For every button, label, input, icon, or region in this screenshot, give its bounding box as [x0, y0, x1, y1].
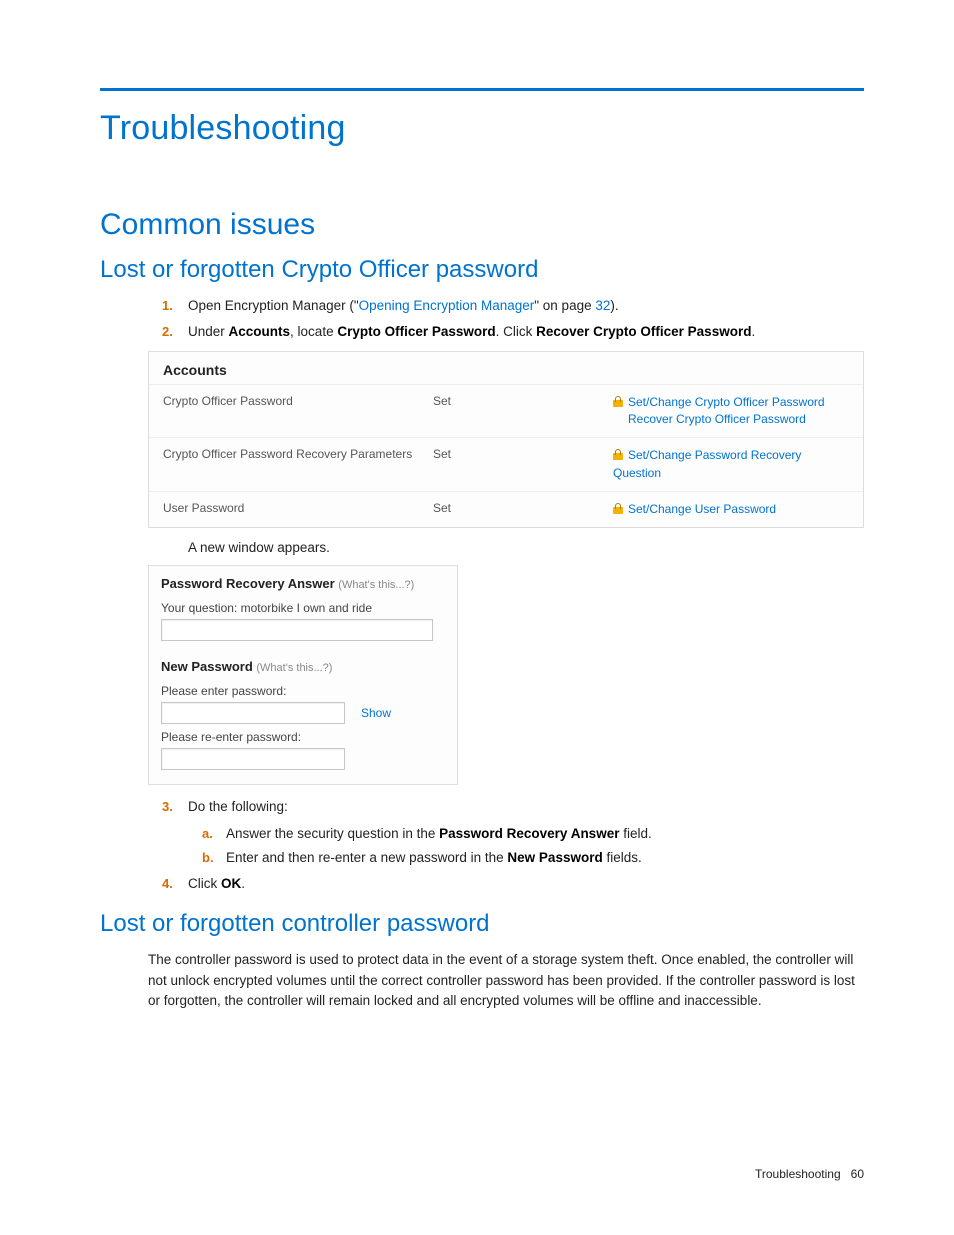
bold-text: Password Recovery Answer — [439, 826, 619, 841]
set-change-user-password-link[interactable]: Set/Change User Password — [613, 501, 849, 518]
lock-icon — [613, 449, 623, 460]
step-text: fields. — [603, 850, 642, 865]
step-number: 2. — [162, 322, 173, 342]
step-text: " on page — [534, 298, 595, 313]
step-3: 3. Do the following: a. Answer the secur… — [188, 797, 864, 868]
step-3b: b. Enter and then re-enter a new passwor… — [226, 848, 864, 868]
step-letter: b. — [202, 848, 214, 868]
step-2: 2. Under Accounts, locate Crypto Officer… — [188, 322, 864, 342]
step-text: Open Encryption Manager (" — [188, 298, 359, 313]
body-content: 1. Open Encryption Manager ("Opening Enc… — [148, 296, 864, 894]
enter-password-label: Please enter password: — [161, 684, 445, 698]
step-number: 4. — [162, 874, 173, 894]
step-text: Do the following: — [188, 799, 288, 814]
lock-icon — [613, 503, 623, 514]
step-text: field. — [619, 826, 651, 841]
step-text: Under — [188, 324, 229, 339]
panel-heading: Password Recovery Answer (What's this...… — [161, 576, 445, 591]
new-password-input[interactable] — [161, 702, 345, 724]
step-text: . Click — [496, 324, 537, 339]
whats-this-link[interactable]: (What's this...?) — [338, 579, 414, 591]
recovery-answer-input[interactable] — [161, 619, 433, 641]
set-change-recovery-question-link[interactable]: Set/Change Password Recovery Question — [613, 447, 849, 482]
bold-text: Crypto Officer Password — [337, 324, 495, 339]
step-text: , locate — [290, 324, 337, 339]
table-row: Crypto Officer Password Set Set/Change C… — [149, 384, 863, 438]
reenter-password-label: Please re-enter password: — [161, 730, 445, 744]
set-change-crypto-officer-password-link[interactable]: Set/Change Crypto Officer Password — [613, 394, 849, 411]
section-heading: Common issues — [100, 208, 864, 242]
link-opening-encryption-manager[interactable]: Opening Encryption Manager — [359, 298, 535, 313]
step-letter: a. — [202, 824, 213, 844]
step-text: Answer the security question in the — [226, 826, 439, 841]
account-status: Set — [433, 447, 613, 482]
page-footer: Troubleshooting 60 — [755, 1167, 864, 1181]
footer-section: Troubleshooting — [755, 1167, 841, 1181]
bold-text: Recover Crypto Officer Password — [536, 324, 751, 339]
account-status: Set — [433, 501, 613, 518]
step-text: Click — [188, 876, 221, 891]
step-3a: a. Answer the security question in the P… — [226, 824, 864, 844]
step-number: 1. — [162, 296, 173, 316]
bold-text: New Password — [507, 850, 602, 865]
subsection-heading: Lost or forgotten controller password — [100, 910, 864, 938]
lock-icon — [613, 396, 623, 407]
top-rule — [100, 88, 864, 91]
recover-crypto-officer-password-link[interactable]: Recover Crypto Officer Password — [613, 411, 849, 428]
step-text: Enter and then re-enter a new password i… — [226, 850, 507, 865]
paragraph: The controller password is used to prote… — [148, 950, 864, 1011]
step-continuation: A new window appears. — [188, 540, 864, 555]
table-row: Crypto Officer Password Recovery Paramet… — [149, 437, 863, 491]
step-text: . — [751, 324, 755, 339]
footer-page-number: 60 — [851, 1167, 864, 1181]
accounts-title: Accounts — [149, 352, 863, 384]
panel-heading: New Password (What's this...?) — [161, 659, 445, 674]
account-name: Crypto Officer Password — [163, 394, 433, 429]
subsection-heading: Lost or forgotten Crypto Officer passwor… — [100, 256, 864, 284]
step-number: 3. — [162, 797, 173, 817]
table-row: User Password Set Set/Change User Passwo… — [149, 491, 863, 527]
accounts-panel: Accounts Crypto Officer Password Set Set… — [148, 351, 864, 529]
bold-text: Accounts — [229, 324, 291, 339]
step-text: ). — [610, 298, 618, 313]
whats-this-link[interactable]: (What's this...?) — [256, 662, 332, 674]
step-1: 1. Open Encryption Manager ("Opening Enc… — [188, 296, 864, 316]
recovery-panel: Password Recovery Answer (What's this...… — [148, 565, 458, 785]
link-page-ref[interactable]: 32 — [595, 298, 610, 313]
page-title: Troubleshooting — [100, 109, 864, 148]
bold-text: OK — [221, 876, 241, 891]
step-text: . — [241, 876, 245, 891]
step-4: 4. Click OK. — [188, 874, 864, 894]
account-name: User Password — [163, 501, 433, 518]
account-status: Set — [433, 394, 613, 429]
account-name: Crypto Officer Password Recovery Paramet… — [163, 447, 433, 482]
recovery-question-label: Your question: motorbike I own and ride — [161, 601, 445, 615]
reenter-password-input[interactable] — [161, 748, 345, 770]
show-password-link[interactable]: Show — [361, 706, 391, 720]
